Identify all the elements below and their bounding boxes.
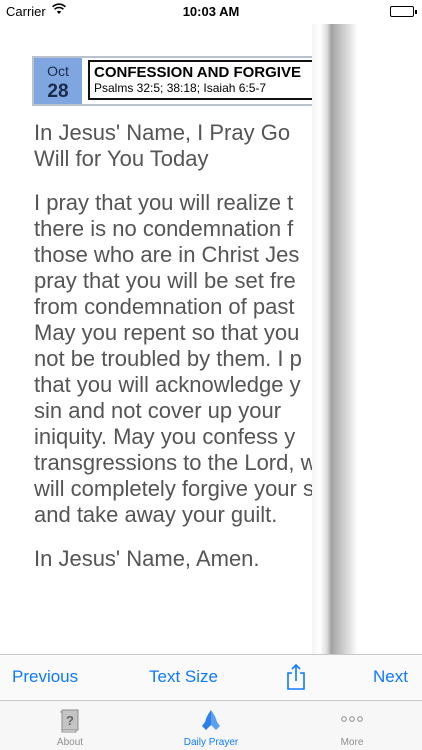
tab-about[interactable]: ? About — [0, 701, 140, 750]
prayer-body-line: those who are in Christ Jes — [34, 242, 300, 267]
date-badge: Oct 28 — [34, 58, 82, 104]
prayer-page[interactable]: Oct 28 CONFESSION AND FORGIVE Psalms 32:… — [0, 24, 422, 654]
prayer-body: I pray that you will realize t there is … — [34, 190, 394, 528]
next-button[interactable]: Next — [373, 667, 408, 687]
date-day: 28 — [47, 81, 69, 102]
prayer-heading-line: Will for You Today — [34, 146, 209, 171]
prayer-body-line: will completely forgive your s — [34, 476, 314, 501]
scripture-references: Psalms 32:5; 38:18; Isaiah 6:5-7 — [94, 81, 267, 95]
tab-daily-prayer-label: Daily Prayer — [183, 737, 239, 748]
share-icon[interactable] — [286, 663, 306, 691]
svg-text:?: ? — [66, 713, 74, 728]
text-size-button[interactable]: Text Size — [149, 667, 218, 687]
reading-title: CONFESSION AND FORGIVE — [94, 64, 301, 81]
bottom-toolbar: Previous Text Size Next — [0, 654, 422, 700]
prayer-body-line: iniquity. May you confess y — [34, 424, 296, 449]
reading-header: Oct 28 CONFESSION AND FORGIVE Psalms 32:… — [32, 56, 390, 106]
prayer-text: In Jesus' Name, I Pray Go Will for You T… — [34, 120, 394, 590]
prayer-heading-line: In Jesus' Name, I Pray Go — [34, 120, 291, 145]
prayer-body-line: transgressions to the Lord, w — [34, 450, 317, 475]
prayer-body-line: and take away your guilt. — [34, 502, 278, 527]
prayer-body-line: there is no condemnation f — [34, 216, 294, 241]
more-dots-icon — [341, 716, 363, 722]
prayer-body-line: pray that you will be set fre — [34, 268, 296, 293]
tab-more-label: More — [340, 737, 364, 748]
prayer-body-line: I pray that you will realize t — [34, 190, 294, 215]
reading-title-box: CONFESSION AND FORGIVE Psalms 32:5; 38:1… — [88, 60, 386, 100]
tab-daily-prayer[interactable]: Daily Prayer — [141, 701, 281, 750]
tab-bar: ? About Daily Prayer More — [0, 700, 422, 750]
date-month: Oct — [47, 63, 69, 79]
tab-about-label: About — [56, 737, 84, 748]
status-time: 10:03 AM — [182, 4, 240, 19]
prayer-closing: In Jesus' Name, Amen. — [34, 546, 260, 571]
book-question-icon: ? — [60, 709, 79, 733]
status-bar: Carrier 10:03 AM — [0, 0, 422, 24]
praying-hands-icon — [202, 710, 220, 730]
prayer-body-line: from condemnation of past — [34, 294, 295, 319]
prayer-body-line: sin and not cover up your — [34, 398, 282, 423]
battery-icon — [390, 6, 417, 17]
prayer-heading: In Jesus' Name, I Pray Go Will for You T… — [34, 120, 394, 172]
prayer-body-line: that you will acknowledge y — [34, 372, 301, 397]
prayer-body-line: May you repent so that you — [34, 320, 300, 345]
previous-button[interactable]: Previous — [12, 667, 78, 687]
prayer-body-line: not be troubled by them. I p — [34, 346, 302, 371]
tab-more[interactable]: More — [282, 701, 422, 750]
